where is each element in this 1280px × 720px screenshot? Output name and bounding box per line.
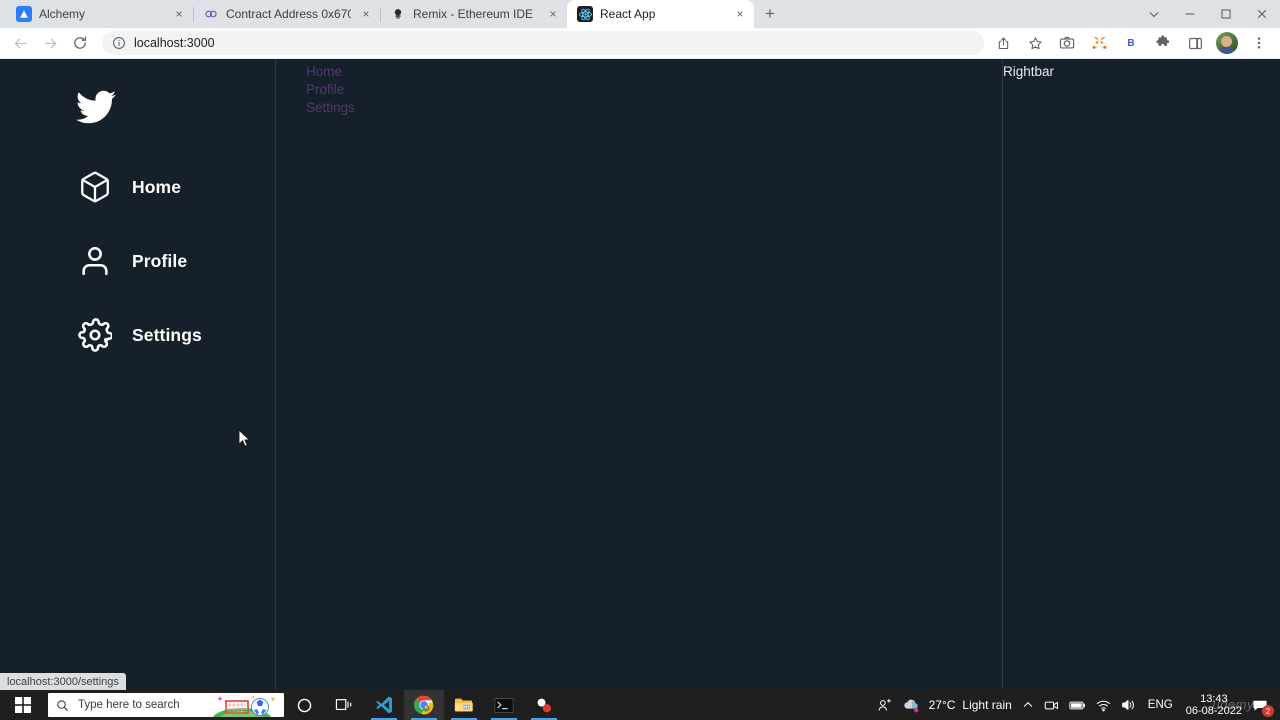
tab-close-button[interactable]: ×: [358, 6, 374, 22]
sidebar-item-settings[interactable]: Settings: [0, 307, 275, 363]
share-icon[interactable]: [992, 32, 1014, 54]
minimize-icon[interactable]: [1172, 0, 1208, 28]
weather-description: Light rain: [962, 698, 1012, 712]
extensions-puzzle-icon[interactable]: [1152, 32, 1174, 54]
metamask-fox-icon[interactable]: [1088, 32, 1110, 54]
address-bar-text[interactable]: localhost:3000: [134, 36, 974, 50]
weather-widget[interactable]: 27°C Light rain: [897, 690, 1017, 720]
system-tray: 27°C Light rain ENG 13:43 06-08-2022 2: [872, 690, 1280, 720]
content-link-home[interactable]: Home: [306, 63, 342, 81]
volume-icon[interactable]: [1116, 690, 1141, 720]
chrome-browser-window: Alchemy × Contract Address 0x670830A31F …: [0, 0, 1280, 690]
new-tab-button[interactable]: +: [756, 0, 784, 28]
maximize-icon[interactable]: [1208, 0, 1244, 28]
tab-close-button[interactable]: ×: [171, 6, 187, 22]
sidebar-item-label: Home: [132, 176, 182, 197]
clock-date: 06-08-2022: [1185, 705, 1242, 717]
content-link-profile[interactable]: Profile: [306, 81, 344, 99]
tab-strip: Alchemy × Contract Address 0x670830A31F …: [0, 0, 1280, 28]
sidebar-item-profile[interactable]: Profile: [0, 233, 275, 289]
bitwarden-b-icon[interactable]: B: [1120, 32, 1142, 54]
etherscan-icon: [203, 6, 219, 22]
tab-title: Remix - Ethereum IDE: [413, 7, 534, 21]
rightbar-title: Rightbar: [1003, 64, 1055, 79]
tab-title: Alchemy: [39, 7, 86, 21]
show-hidden-icons-chevron[interactable]: [1017, 690, 1039, 720]
reload-icon[interactable]: [66, 29, 94, 57]
content-link-settings[interactable]: Settings: [306, 99, 355, 117]
rain-cloud-icon: [903, 699, 918, 712]
user-person-icon: [78, 244, 112, 278]
notification-badge: 2: [1262, 705, 1274, 717]
browser-tab-contract-address[interactable]: Contract Address 0x670830A31F ×: [193, 0, 380, 28]
browser-tab-remix[interactable]: Remix - Ethereum IDE ×: [380, 0, 567, 28]
profile-avatar[interactable]: [1216, 32, 1238, 54]
tab-title: React App: [600, 7, 656, 21]
mouse-cursor: [238, 429, 251, 448]
chrome-icon[interactable]: [404, 690, 444, 720]
main-content: Home Profile Settings: [276, 59, 1003, 690]
forward-arrow-icon[interactable]: [36, 29, 64, 57]
windows-taskbar: Type here to search 27°C Light rain ENG …: [0, 690, 1280, 720]
clock-time: 13:43: [1200, 693, 1228, 705]
rightbar-panel: Rightbar: [1003, 59, 1280, 690]
tab-search-icon[interactable]: [1136, 0, 1172, 28]
terminal-icon[interactable]: [484, 690, 524, 720]
taskbar-search-input[interactable]: Type here to search: [48, 693, 284, 717]
back-arrow-icon[interactable]: [6, 29, 34, 57]
obs-studio-icon[interactable]: [524, 690, 564, 720]
alchemy-icon: [16, 6, 32, 22]
chrome-menu-icon[interactable]: [1248, 32, 1270, 54]
window-controls: [1136, 0, 1280, 28]
tab-close-button[interactable]: ×: [545, 6, 561, 22]
address-bar[interactable]: localhost:3000: [102, 31, 984, 55]
close-icon[interactable]: [1244, 0, 1280, 28]
file-explorer-icon[interactable]: [444, 690, 484, 720]
language-indicator[interactable]: ENG: [1141, 690, 1180, 720]
sidebar-item-home[interactable]: Home: [0, 159, 275, 215]
vscode-icon[interactable]: [364, 690, 404, 720]
bookmark-star-icon[interactable]: [1024, 32, 1046, 54]
camera-icon[interactable]: [1039, 690, 1064, 720]
twitter-bird-logo[interactable]: [76, 87, 275, 127]
browser-toolbar: localhost:3000 B: [0, 28, 1280, 59]
windows-start-icon[interactable]: [0, 690, 46, 720]
cube-box-icon: [78, 170, 112, 204]
browser-tab-react-app[interactable]: React App ×: [567, 0, 754, 28]
remix-icon: [390, 6, 406, 22]
search-icon: [57, 699, 68, 711]
sidebar-item-label: Settings: [132, 324, 202, 345]
sidebar-item-label: Profile: [132, 250, 188, 271]
screenshot-camera-icon[interactable]: [1056, 32, 1078, 54]
notification-center-icon[interactable]: 2: [1248, 690, 1276, 720]
wifi-icon[interactable]: [1091, 690, 1116, 720]
side-panel-icon[interactable]: [1184, 32, 1206, 54]
tab-close-button[interactable]: ×: [732, 6, 748, 22]
page-viewport: Home Profile Settings Home Profile Setti…: [0, 59, 1280, 690]
gear-settings-icon: [78, 318, 112, 352]
leftbar-logo-row: [0, 79, 275, 141]
battery-icon[interactable]: [1064, 690, 1091, 720]
toolbar-actions: B: [992, 32, 1272, 54]
browser-tab-alchemy[interactable]: Alchemy ×: [6, 0, 193, 28]
search-placeholder: Type here to search: [78, 699, 180, 711]
leftbar-navigation: Home Profile Settings: [0, 59, 276, 690]
site-info-icon[interactable]: [112, 36, 126, 50]
cortana-icon[interactable]: [284, 690, 324, 720]
weather-temperature: 27°C: [928, 698, 956, 712]
taskbar-clock[interactable]: 13:43 06-08-2022: [1180, 693, 1248, 717]
tab-title: Contract Address 0x670830A31F: [226, 7, 351, 21]
status-bar-tooltip: localhost:3000/settings: [0, 673, 126, 690]
task-view-icon[interactable]: [324, 690, 364, 720]
search-decoration-art: [212, 695, 275, 717]
react-icon: [577, 6, 593, 22]
people-icon[interactable]: [872, 690, 897, 720]
app-root: Home Profile Settings Home Profile Setti…: [0, 59, 1280, 690]
